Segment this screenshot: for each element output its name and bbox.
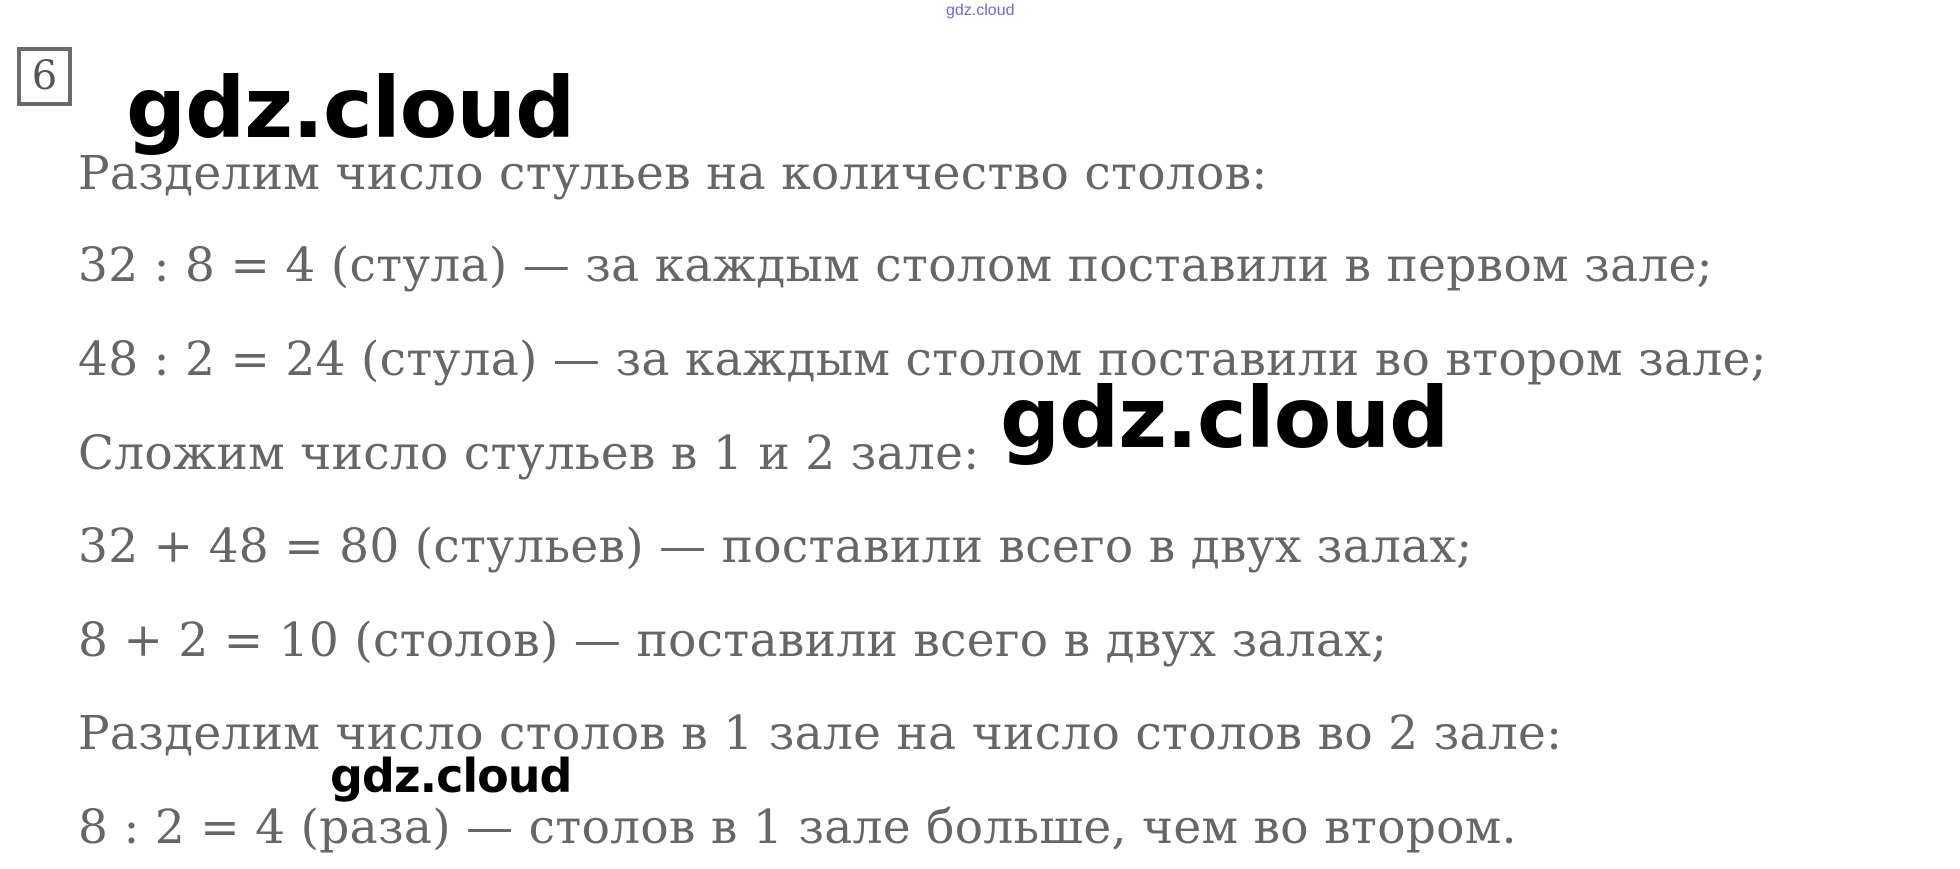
solution-line-2: 32 : 8 = 4 (стула) — за каждым столом по… xyxy=(78,238,1713,293)
solution-line-8: 8 : 2 = 4 (раза) — столов в 1 зале больш… xyxy=(78,800,1517,855)
task-number-box: 6 xyxy=(17,47,72,106)
solution-line-3: 48 : 2 = 24 (стула) — за каждым столом п… xyxy=(78,332,1767,387)
solution-line-7: Разделим число столов в 1 зале на число … xyxy=(78,706,1563,761)
solution-line-4: Сложим число стульев в 1 и 2 зале: xyxy=(78,426,980,481)
watermark-logo-3: gdz.cloud xyxy=(330,749,572,803)
top-watermark: gdz.cloud xyxy=(946,2,1015,19)
solution-line-6: 8 + 2 = 10 (столов) — поставили всего в … xyxy=(78,613,1388,668)
watermark-logo-1: gdz.cloud xyxy=(126,59,575,157)
watermark-logo-2: gdz.cloud xyxy=(1000,369,1449,467)
solution-line-5: 32 + 48 = 80 (стульев) — поставили всего… xyxy=(78,519,1473,574)
